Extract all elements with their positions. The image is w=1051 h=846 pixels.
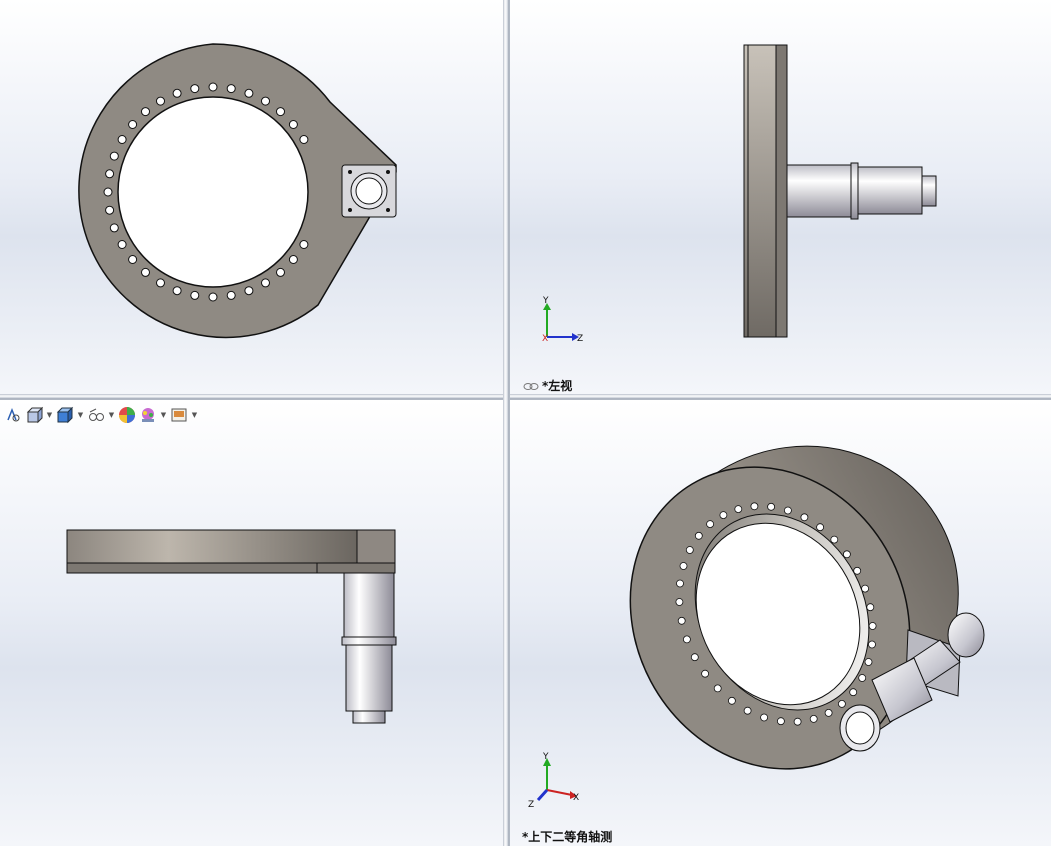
- bolt-hole: [679, 562, 688, 570]
- bolt-hole: [141, 107, 150, 117]
- bolt-hole: [103, 187, 113, 197]
- viewport-left-view[interactable]: Y X Z *左视: [510, 0, 1051, 394]
- bolt-hole: [128, 120, 138, 129]
- bolt-hole: [858, 674, 867, 682]
- viewport-front[interactable]: [0, 0, 503, 394]
- bolt-hole: [288, 120, 298, 129]
- bolt-hole: [809, 714, 818, 723]
- bolt-hole: [866, 603, 875, 612]
- bolt-hole: [261, 96, 270, 106]
- view-name-label: *左视: [523, 377, 572, 394]
- bolt-hole: [868, 622, 877, 630]
- triad-x-label: X: [542, 334, 548, 344]
- model-top-view: [66, 529, 397, 724]
- bolt-hole: [117, 135, 127, 144]
- bolt-hole: [677, 616, 686, 625]
- bolt-hole: [261, 278, 270, 288]
- viewport-splitter-horizontal[interactable]: [0, 394, 1051, 400]
- bolt-hole: [226, 290, 236, 300]
- bolt-hole: [226, 84, 236, 94]
- bolt-hole: [861, 584, 870, 593]
- coordinate-triad: Y X Z: [528, 752, 579, 810]
- bolt-hole: [743, 706, 752, 715]
- link-view-icon: [523, 383, 539, 390]
- bolt-hole: [734, 505, 743, 513]
- bolt-hole: [706, 520, 715, 528]
- triad-z-label: Z: [528, 800, 534, 810]
- bolt-hole: [783, 506, 792, 515]
- bolt-hole: [190, 290, 200, 300]
- bolt-hole: [105, 169, 115, 179]
- viewport-isometric[interactable]: Y X Z *上下二等角轴测: [510, 400, 1051, 846]
- bolt-hole: [109, 151, 119, 161]
- model-isometric-view: Y X Z: [528, 445, 985, 810]
- bolt-hole: [299, 135, 309, 144]
- bolt-hole: [299, 240, 309, 249]
- bolt-hole: [109, 223, 119, 233]
- bolt-hole: [719, 511, 728, 519]
- bolt-hole: [244, 286, 254, 296]
- bolt-hole: [141, 267, 150, 277]
- triad-x-label: X: [573, 793, 579, 803]
- bolt-hole: [837, 699, 846, 708]
- triad-y-label: Y: [542, 752, 549, 762]
- bolt-hole: [190, 84, 200, 94]
- bolt-hole: [849, 688, 858, 697]
- bolt-hole: [750, 502, 759, 511]
- triad-z-label: Z: [577, 334, 583, 344]
- view-name-label: *上下二等角轴测: [522, 830, 613, 844]
- bolt-hole: [760, 713, 769, 722]
- plate-bore: [117, 96, 309, 288]
- viewport-splitter-vertical[interactable]: [503, 0, 510, 846]
- bolt-hole: [767, 502, 776, 511]
- bolt-hole: [172, 286, 182, 296]
- bolt-hole: [675, 598, 684, 606]
- bolt-hole: [816, 523, 825, 532]
- bolt-hole: [208, 292, 218, 302]
- bolt-hole: [713, 684, 722, 693]
- bolt-hole: [117, 240, 127, 249]
- bolt-hole: [156, 278, 165, 288]
- bolt-hole: [793, 717, 802, 726]
- bolt-hole: [172, 88, 182, 98]
- bolt-hole: [842, 550, 851, 559]
- bolt-hole: [701, 669, 710, 678]
- bolt-hole: [676, 579, 684, 588]
- bolt-hole: [830, 535, 839, 544]
- model-front-view: [78, 43, 397, 339]
- bolt-hole: [156, 96, 165, 106]
- bolt-hole: [208, 82, 218, 92]
- bolt-hole: [800, 513, 809, 522]
- bolt-hole: [694, 531, 703, 540]
- bolt-hole: [244, 88, 254, 98]
- bolt-hole: [128, 255, 138, 264]
- coordinate-triad: Y X Z: [542, 296, 583, 344]
- bolt-hole: [824, 708, 833, 717]
- bolt-hole: [105, 205, 115, 215]
- bolt-hole: [727, 696, 736, 705]
- bolt-hole: [853, 566, 862, 575]
- bolt-hole: [685, 546, 694, 554]
- bolt-hole: [868, 640, 876, 649]
- bolt-hole: [276, 267, 285, 277]
- viewport-top-view[interactable]: ▼ ▼ ▼ ▼ ▼: [0, 400, 503, 846]
- bolt-hole: [288, 255, 298, 264]
- triad-y-label: Y: [542, 296, 549, 306]
- bolt-hole: [776, 717, 785, 726]
- model-left-view: Y X Z: [542, 44, 937, 344]
- bolt-hole: [690, 653, 699, 662]
- bolt-hole: [276, 107, 285, 117]
- bolt-hole: [864, 658, 873, 666]
- bolt-hole: [682, 635, 691, 644]
